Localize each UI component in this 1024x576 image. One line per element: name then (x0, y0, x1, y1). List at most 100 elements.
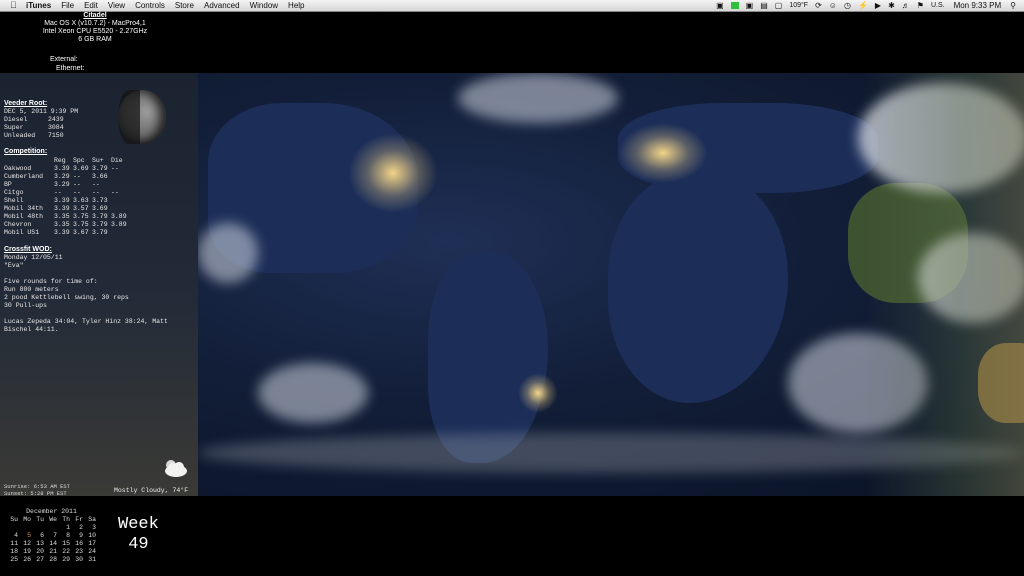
menu-file[interactable]: File (61, 0, 74, 11)
weekday-label: Mo (23, 516, 31, 523)
user-icon[interactable]: ☺ (829, 0, 837, 11)
price-cell: -- (92, 188, 100, 196)
menu-store[interactable]: Store (175, 0, 194, 11)
competition-row: Chevron 3.35 3.75 3.79 3.89 (4, 221, 194, 229)
competition-row: Mobil US1 3.39 3.67 3.79 (4, 229, 194, 237)
fuel-value: 3084 (48, 124, 64, 132)
price-cell: -- (73, 172, 81, 180)
calendar-day: 29 (62, 556, 70, 563)
calendar-widget: December 2011 Su Mo Tu We Th Fr Sa 123 4… (6, 508, 97, 564)
price-cell: 3.39 (54, 229, 70, 237)
menu-list: iTunes File Edit View Controls Store Adv… (26, 0, 315, 11)
apple-icon[interactable]:  (10, 0, 17, 11)
lightning-icon[interactable]: ⚡ (858, 0, 868, 11)
weekday-label: Fr (75, 516, 83, 523)
calendar-day: 30 (75, 556, 83, 563)
panel-text: Veeder Root: DEC 5, 2011 9:39 PM Diesel 2… (4, 100, 194, 334)
calendar-week-row: 11 12 13 14 15 16 17 (6, 540, 97, 548)
price-cell: 3.79 (92, 229, 108, 237)
play-icon[interactable]: ▶ (875, 0, 881, 11)
daylight-region (864, 73, 1024, 496)
calendar-day-today: 5 (27, 532, 31, 539)
city-lights-brazil (518, 373, 558, 413)
calendar-day: 22 (62, 548, 70, 555)
price-cell: 3.79 (92, 221, 108, 229)
price-cell: -- (73, 188, 81, 196)
column-header: Su+ (92, 156, 104, 164)
station-name: Mobil US1 (4, 229, 40, 237)
calendar-day: 14 (49, 540, 57, 547)
clock[interactable]: Mon 9:33 PM (954, 0, 1002, 11)
calendar-week-row: 4 5 6 7 8 9 10 (6, 532, 97, 540)
price-cell: 3.66 (92, 172, 108, 180)
menu-help[interactable]: Help (288, 0, 304, 11)
calendar-day (32, 524, 45, 532)
price-cell: 3.89 (111, 213, 127, 221)
price-cell: 3.35 (54, 213, 70, 221)
calendar-day: 28 (49, 556, 57, 563)
ram-info: 6 GB RAM (78, 36, 112, 43)
time-machine-icon[interactable]: ◷ (844, 0, 851, 11)
menu-window[interactable]: Window (250, 0, 278, 11)
camera-icon[interactable]: ▣ (716, 0, 724, 11)
weekday-label: We (49, 516, 57, 523)
document-icon[interactable]: ▤ (760, 0, 768, 11)
price-cell: -- (111, 188, 119, 196)
menu-advanced[interactable]: Advanced (204, 0, 240, 11)
calendar-day: 15 (62, 540, 70, 547)
menu-edit[interactable]: Edit (84, 0, 98, 11)
calendar-day: 18 (10, 548, 18, 555)
calendar-day: 24 (88, 548, 96, 555)
price-cell: 3.79 (92, 213, 108, 221)
price-cell: -- (92, 180, 100, 188)
calendar-day: 6 (40, 532, 44, 539)
cloud-cover (458, 73, 618, 123)
display-icon[interactable]: ▢ (775, 0, 783, 11)
cloud-cover (258, 363, 368, 423)
wod-name: "Eva" (4, 261, 24, 269)
monitor-icon[interactable]: ▣ (746, 0, 754, 11)
station-name: Cumberland (4, 172, 44, 180)
calendar-day: 31 (88, 556, 96, 563)
price-cell: -- (73, 180, 81, 188)
sync-icon[interactable]: ⟳ (815, 0, 822, 11)
calendar-day (6, 524, 19, 532)
price-cell: 3.75 (73, 213, 89, 221)
menu-app-itunes[interactable]: iTunes (26, 0, 51, 11)
price-cell (111, 181, 130, 189)
competition-row: Cumberland 3.29 -- 3.66 (4, 173, 194, 181)
input-source[interactable]: U.S. (931, 0, 945, 11)
price-cell (111, 229, 130, 237)
price-cell: 3.39 (54, 197, 70, 205)
spotlight-icon[interactable]: ⚲ (1010, 0, 1016, 11)
africa-landmass (608, 173, 788, 403)
activity-icon[interactable] (730, 2, 739, 9)
crossfit-wod-title: Crossfit WOD: (4, 245, 52, 253)
network-info: External: Ethernet: (50, 55, 84, 73)
veeder-row: Diesel 2439 (4, 116, 194, 124)
calendar-day: 17 (88, 540, 96, 547)
price-cell: 3.73 (92, 197, 108, 205)
competition-row: Mobil 34th 3.39 3.57 3.69 (4, 205, 194, 213)
fuel-value: 2439 (48, 116, 64, 124)
competition-row: Citgo -- -- -- -- (4, 189, 194, 197)
fuel-name: Diesel (4, 116, 28, 124)
volume-icon[interactable]: ♬ (902, 0, 910, 11)
calendar-day: 12 (23, 540, 31, 547)
competition-row: BP 3.29 -- -- (4, 181, 194, 189)
menu-controls[interactable]: Controls (135, 0, 165, 11)
weather-condition: Mostly Cloudy, 74°F (114, 487, 189, 494)
fuel-value: 7150 (48, 132, 64, 140)
bluetooth-icon[interactable]: ✱ (888, 0, 895, 11)
calendar-day: 27 (36, 556, 44, 563)
system-info: Citadel Mac OS X (v10.7.2) - MacPro4,1 I… (30, 12, 160, 44)
calendar-day: 4 (14, 532, 18, 539)
wod-results: Bischel 44:11. (4, 326, 59, 334)
flag-icon[interactable]: ⚑ (917, 0, 924, 11)
temperature-readout[interactable]: 109°F (789, 0, 808, 11)
calendar-day: 7 (53, 532, 57, 539)
city-lights-north-america (348, 133, 438, 213)
menu-view[interactable]: View (108, 0, 125, 11)
